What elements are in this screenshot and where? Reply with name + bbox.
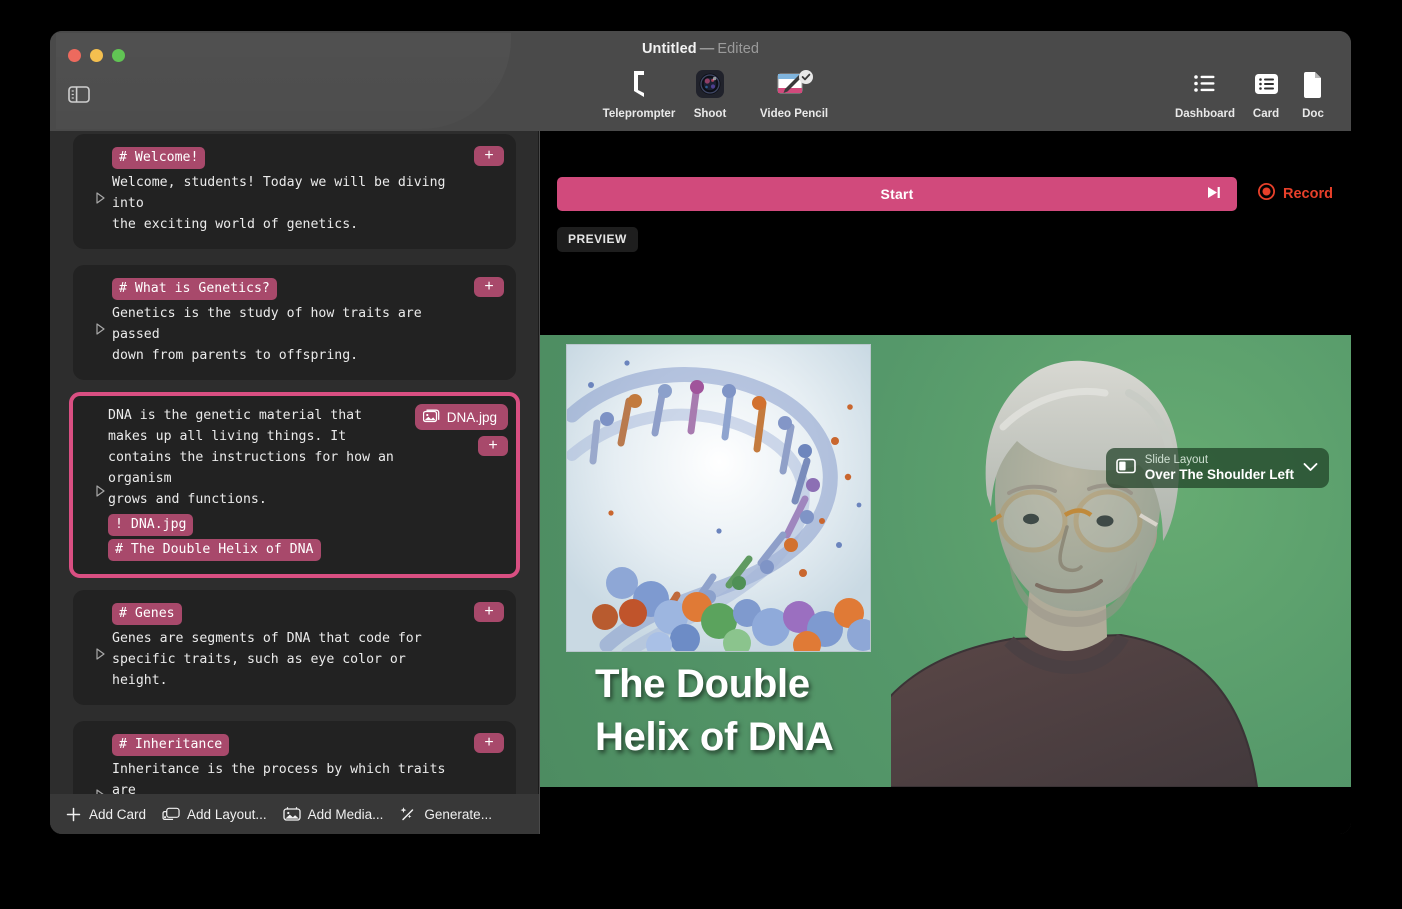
title-bar: Untitled—Edited Teleprompter [50, 31, 1351, 131]
card-item[interactable]: + # What is Genetics? Genetics is the st… [73, 265, 516, 380]
card-media-tag: ! DNA.jpg [108, 514, 193, 536]
app-window: Untitled—Edited Teleprompter [50, 31, 1351, 834]
play-card-icon[interactable] [88, 317, 96, 329]
preview-badge: PREVIEW [557, 227, 638, 252]
add-below-button[interactable]: + [474, 277, 504, 297]
photo-icon [423, 409, 440, 426]
card-body-text: DNA is the genetic material that makes u… [108, 405, 460, 510]
card-media-name: DNA.jpg [447, 410, 497, 425]
video-pencil-icon [735, 69, 853, 103]
sidebar-button-label: Add Card [89, 807, 146, 822]
toolbar-label: Doc [1270, 108, 1351, 120]
add-layout-button[interactable]: Add Layout... [162, 805, 267, 823]
slide-layout-dropdown[interactable]: Slide Layout Over The Shoulder Left [1106, 448, 1329, 488]
card-heading-tag: # Welcome! [112, 147, 205, 169]
toolbar-label: Video Pencil [735, 108, 853, 120]
slide-layout-caption: Slide Layout [1145, 454, 1294, 467]
slide-stage: The Double Helix of DNA Slide Layout Ove… [540, 335, 1351, 787]
card-item-selected[interactable]: DNA.jpg + DNA is the genetic material th… [69, 392, 520, 578]
slide-title: The Double Helix of DNA [595, 658, 1015, 764]
add-below-button[interactable]: + [478, 436, 508, 456]
card-heading-tag: # The Double Helix of DNA [108, 539, 321, 561]
card-heading-tag: # Inheritance [112, 734, 229, 756]
slide-layout-icon [1116, 458, 1136, 479]
slide-image [566, 344, 871, 652]
chevron-down-icon[interactable] [1303, 459, 1318, 477]
edited-status: Edited [717, 41, 759, 57]
card-heading-tag: # Genes [112, 603, 182, 625]
play-card-icon[interactable] [88, 783, 96, 794]
cards-list[interactable]: + # Welcome! Welcome, students! Today we… [50, 131, 538, 794]
layout-icon [162, 805, 180, 823]
plus-icon [64, 805, 82, 823]
record-button-label: Record [1283, 186, 1333, 202]
document-name: Untitled [642, 41, 697, 57]
slide-title-line-2: Helix of DNA [595, 711, 1015, 764]
title-separator: — [700, 41, 715, 57]
add-card-button[interactable]: Add Card [64, 805, 146, 823]
dna-illustration [567, 345, 871, 652]
play-card-icon[interactable] [88, 479, 96, 491]
card-item[interactable]: + # Inheritance Inheritance is the proce… [73, 721, 516, 794]
card-item[interactable]: + # Welcome! Welcome, students! Today we… [73, 134, 516, 249]
start-button-label: Start [881, 186, 914, 202]
card-body-text: Welcome, students! Today we will be divi… [112, 172, 456, 235]
cards-sidebar: + # Welcome! Welcome, students! Today we… [50, 131, 539, 834]
play-card-icon[interactable] [88, 186, 96, 198]
record-button[interactable]: Record [1258, 183, 1333, 204]
skip-forward-icon[interactable] [1205, 186, 1223, 203]
slide-layout-value: Over The Shoulder Left [1145, 467, 1294, 482]
toolbar-button-doc[interactable]: Doc [1270, 69, 1351, 120]
card-body-text: Genes are segments of DNA that code for … [112, 628, 456, 691]
card-body-text: Genetics is the study of how traits are … [112, 303, 456, 366]
document-title: Untitled—Edited [50, 41, 1351, 57]
card-body-text: Inheritance is the process by which trai… [112, 759, 456, 794]
slide-title-line-1: The Double [595, 658, 1015, 711]
media-icon [283, 805, 301, 823]
main-panel: Start Record PREVIEW [540, 131, 1351, 834]
add-below-button[interactable]: + [474, 602, 504, 622]
sidebar-button-label: Add Layout... [187, 807, 267, 822]
add-media-button[interactable]: Add Media... [283, 805, 384, 823]
play-card-icon[interactable] [88, 642, 96, 654]
card-item[interactable]: + # Genes Genes are segments of DNA that… [73, 590, 516, 705]
card-media-badge[interactable]: DNA.jpg [415, 404, 508, 430]
sidebar-button-label: Generate... [424, 807, 492, 822]
teleprompter-panel: Start Record PREVIEW [540, 131, 1351, 332]
generate-button[interactable]: Generate... [399, 805, 492, 823]
add-below-button[interactable]: + [474, 733, 504, 753]
toolbar-button-video-pencil[interactable]: Video Pencil [735, 69, 853, 120]
record-dot-icon [1258, 183, 1275, 204]
card-heading-tag: # What is Genetics? [112, 278, 277, 300]
add-below-button[interactable]: + [474, 146, 504, 166]
sidebar-button-label: Add Media... [308, 807, 384, 822]
stage-footer [540, 787, 1351, 834]
sidebar-toggle-icon[interactable] [68, 86, 90, 103]
document-icon [1270, 69, 1351, 103]
sparkle-wand-icon [399, 805, 417, 823]
sidebar-toolbar: Add Card Add Layout... [50, 794, 539, 834]
start-button[interactable]: Start [557, 177, 1237, 211]
